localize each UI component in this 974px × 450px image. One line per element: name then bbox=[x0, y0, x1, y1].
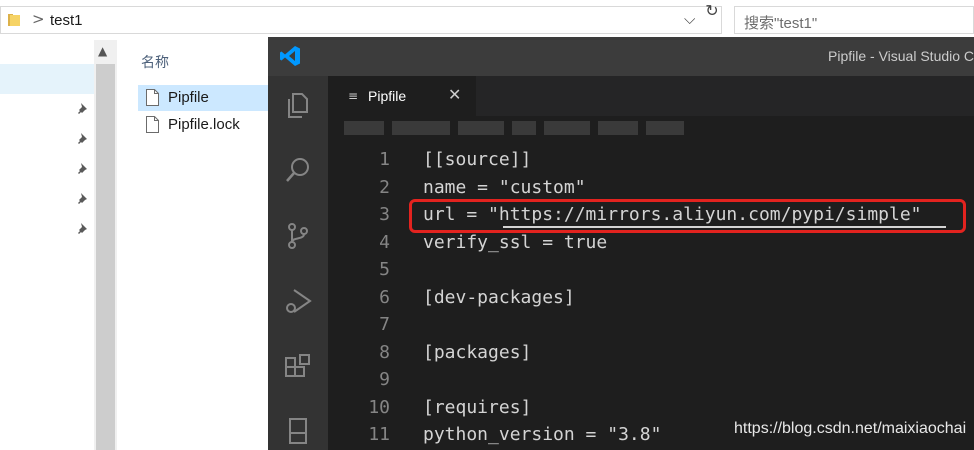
code-line[interactable]: 8 [packages] bbox=[328, 340, 974, 368]
line-number: 5 bbox=[379, 259, 390, 280]
code-line[interactable]: 6 [dev-packages] bbox=[328, 285, 974, 313]
line-number: 4 bbox=[379, 231, 390, 253]
pin-icon[interactable] bbox=[76, 102, 90, 116]
file-name: Pipfile.lock bbox=[168, 116, 240, 133]
navigation-pane: ▲ bbox=[0, 40, 117, 450]
breadcrumb-folder[interactable]: test1 bbox=[50, 12, 83, 29]
line-text: [[source]] bbox=[423, 149, 532, 170]
code-line[interactable]: 9 bbox=[328, 367, 974, 395]
nav-scrollbar-thumb[interactable] bbox=[96, 64, 115, 450]
pin-icon[interactable] bbox=[76, 222, 90, 236]
line-text: [packages] bbox=[423, 341, 532, 363]
source-control-icon[interactable] bbox=[283, 221, 313, 251]
vscode-logo-icon bbox=[280, 46, 300, 66]
line-number: 2 bbox=[379, 176, 390, 198]
code-editor[interactable]: 1 [[source]] 2 name = "custom" 3 url = "… bbox=[328, 145, 974, 450]
line-number: 3 bbox=[379, 204, 390, 225]
line-text: python_version = "3.8" bbox=[423, 424, 662, 445]
code-line[interactable]: 2 name = "custom" bbox=[328, 175, 974, 203]
remote-icon[interactable] bbox=[283, 416, 313, 446]
line-text: [requires] bbox=[423, 396, 532, 418]
file-name: Pipfile bbox=[168, 89, 209, 106]
vscode-titlebar[interactable]: Pipfile - Visual Studio Code bbox=[268, 37, 974, 76]
line-number: 1 bbox=[379, 149, 390, 170]
line-number: 10 bbox=[368, 396, 390, 418]
line-number: 11 bbox=[368, 424, 390, 445]
line-text: name = "custom" bbox=[423, 176, 586, 198]
address-bar[interactable]: > test1 ⌵ bbox=[0, 6, 722, 34]
close-icon[interactable]: ✕ bbox=[448, 85, 461, 104]
watermark: https://blog.csdn.net/maixiaochai bbox=[734, 420, 967, 437]
pin-icon[interactable] bbox=[76, 162, 90, 176]
breadcrumb-chevron-icon[interactable]: > bbox=[32, 10, 45, 28]
vscode-window: Pipfile - Visual Studio Code bbox=[268, 37, 974, 450]
line-text: [dev-packages] bbox=[423, 286, 575, 308]
pin-icon[interactable] bbox=[76, 192, 90, 206]
line-text: verify_ssl = true bbox=[423, 231, 608, 253]
column-header-name[interactable]: 名称 bbox=[141, 52, 169, 72]
refresh-icon[interactable]: ↻ bbox=[702, 1, 722, 25]
line-number: 7 bbox=[379, 314, 390, 335]
tab-label: Pipfile bbox=[368, 88, 407, 104]
search-placeholder: 搜索"test1" bbox=[744, 15, 818, 32]
code-line[interactable]: 7 bbox=[328, 312, 974, 340]
code-line[interactable]: 4 verify_ssl = true bbox=[328, 230, 974, 258]
code-line[interactable]: 5 bbox=[328, 257, 974, 285]
code-line[interactable]: 10 [requires] bbox=[328, 395, 974, 423]
folder-icon bbox=[8, 14, 20, 26]
file-lines-icon: ≡ bbox=[348, 89, 359, 103]
line-number: 6 bbox=[379, 286, 390, 308]
line-number: 9 bbox=[379, 369, 390, 390]
explorer-icon[interactable] bbox=[283, 90, 313, 120]
extensions-icon[interactable] bbox=[283, 352, 313, 382]
file-icon bbox=[146, 89, 159, 106]
file-row-pipfile-lock[interactable]: Pipfile.lock bbox=[138, 112, 268, 138]
file-row-pipfile[interactable]: Pipfile bbox=[138, 85, 268, 111]
nav-item-selected[interactable] bbox=[0, 64, 94, 94]
search-icon[interactable] bbox=[283, 155, 313, 185]
scroll-up-icon[interactable]: ▲ bbox=[98, 44, 107, 58]
highlight-box bbox=[409, 199, 966, 233]
tab-pipfile[interactable]: ≡ Pipfile ✕ bbox=[328, 76, 476, 116]
explorer-address-row: > test1 ⌵ ↻ 搜索"test1" bbox=[0, 0, 974, 40]
run-debug-icon[interactable] bbox=[283, 286, 313, 316]
code-line[interactable]: 1 [[source]] bbox=[328, 147, 974, 175]
file-icon bbox=[146, 116, 159, 133]
search-input[interactable]: 搜索"test1" bbox=[734, 6, 974, 34]
breadcrumb-redacted bbox=[344, 121, 684, 135]
activity-bar bbox=[268, 76, 328, 450]
window-title: Pipfile - Visual Studio Code bbox=[828, 48, 974, 64]
editor-tab-bar: ≡ Pipfile ✕ bbox=[328, 76, 974, 116]
pin-icon[interactable] bbox=[76, 132, 90, 146]
line-number: 8 bbox=[379, 341, 390, 363]
address-dropdown-icon[interactable]: ⌵ bbox=[684, 10, 695, 28]
